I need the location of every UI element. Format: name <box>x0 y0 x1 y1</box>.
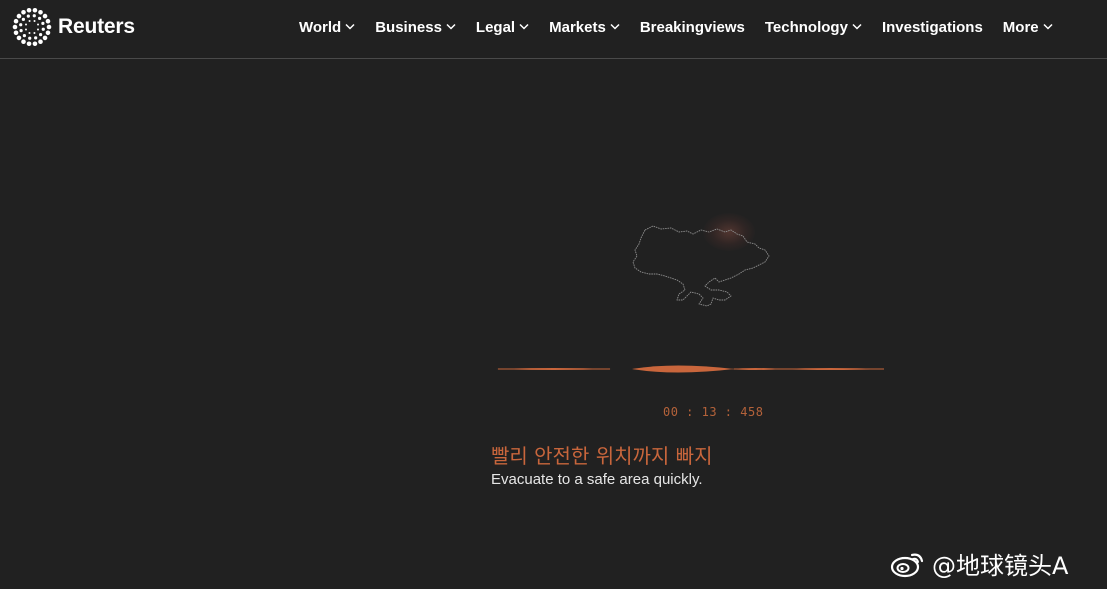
logo-dot <box>38 9 43 15</box>
logo-dot <box>16 35 22 41</box>
logo-dot <box>24 28 27 31</box>
logo-dot <box>46 24 52 30</box>
nav-item-business[interactable]: Business <box>375 19 456 36</box>
nav-label: Breakingviews <box>639 18 745 36</box>
nav-label: Investigations <box>881 18 983 36</box>
nav-item-markets[interactable]: Markets <box>549 19 620 36</box>
logo-dot <box>38 39 43 45</box>
logo-dot <box>28 31 31 34</box>
logo-dot <box>26 7 32 13</box>
logo-dot <box>19 29 23 33</box>
nav-item-legal[interactable]: Legal <box>476 19 529 36</box>
top-navigation-bar: Reuters World Business Legal Markets Bre… <box>0 0 1107 59</box>
subtitle-english: Evacuate to a safe area quickly. <box>491 471 703 488</box>
ukraine-outline-map-icon <box>632 225 770 307</box>
chevron-down-icon <box>1043 23 1053 30</box>
logo-dot <box>39 33 43 37</box>
main-nav: World Business Legal Markets Breakingvie… <box>299 17 1053 37</box>
logo-dot <box>16 13 22 19</box>
waveform-graphic <box>496 365 884 373</box>
logo-dot <box>26 41 32 47</box>
logo-dot <box>32 7 38 13</box>
weibo-icon <box>890 553 924 577</box>
logo-dot <box>13 30 19 36</box>
chevron-down-icon <box>519 23 529 30</box>
chevron-down-icon <box>345 23 355 30</box>
logo-dot <box>45 30 51 36</box>
chevron-down-icon <box>446 23 456 30</box>
brand-name: Reuters <box>58 15 135 38</box>
logo-dot <box>12 24 18 30</box>
nav-item-world[interactable]: World <box>299 19 355 36</box>
weibo-watermark: @地球镜头A <box>890 546 1068 581</box>
logo-dot <box>36 28 39 31</box>
logo-dot <box>34 36 38 40</box>
nav-label: Markets <box>549 18 606 36</box>
watermark-text: @地球镜头A <box>932 552 1069 580</box>
logo-dot <box>21 9 26 15</box>
logo-dot <box>33 20 36 23</box>
nav-label: Technology <box>764 18 848 36</box>
logo-dot <box>37 23 40 26</box>
reuters-dot-ring-icon <box>12 7 52 47</box>
logo-dot <box>25 23 28 26</box>
nav-item-investigations[interactable]: Investigations <box>882 19 983 36</box>
reuters-logo[interactable]: Reuters <box>12 7 135 47</box>
nav-item-breakingviews[interactable]: Breakingviews <box>640 19 745 36</box>
logo-dot <box>45 18 51 24</box>
logo-dot <box>38 16 42 20</box>
logo-dot <box>41 21 45 25</box>
nav-item-technology[interactable]: Technology <box>765 19 862 36</box>
logo-dot <box>22 34 26 38</box>
audio-waveform <box>494 359 888 384</box>
logo-dot <box>32 14 36 18</box>
logo-dot <box>42 35 48 41</box>
nav-label: Business <box>375 18 442 36</box>
logo-dot <box>13 18 19 24</box>
nav-label: Legal <box>475 18 516 36</box>
timecode-readout: 00 : 13 : 458 <box>663 405 764 419</box>
nav-item-more[interactable]: More <box>1003 19 1053 36</box>
chevron-down-icon <box>852 23 862 30</box>
map-container <box>627 220 777 320</box>
logo-dot <box>19 23 23 27</box>
nav-label: More <box>1002 18 1039 36</box>
chevron-down-icon <box>610 23 620 30</box>
logo-dot <box>41 27 45 31</box>
logo-dot <box>21 17 25 21</box>
subtitle-korean: 빨리 안전한 위치까지 빠지 <box>491 444 713 468</box>
logo-dot <box>26 14 30 18</box>
logo-dot <box>32 41 38 47</box>
page: Reuters World Business Legal Markets Bre… <box>0 0 1107 589</box>
nav-label: World <box>299 18 342 36</box>
logo-dot <box>33 32 36 35</box>
logo-dot <box>42 13 48 19</box>
logo-dot <box>21 39 26 45</box>
logo-dot <box>28 36 32 40</box>
logo-dot <box>28 19 31 22</box>
